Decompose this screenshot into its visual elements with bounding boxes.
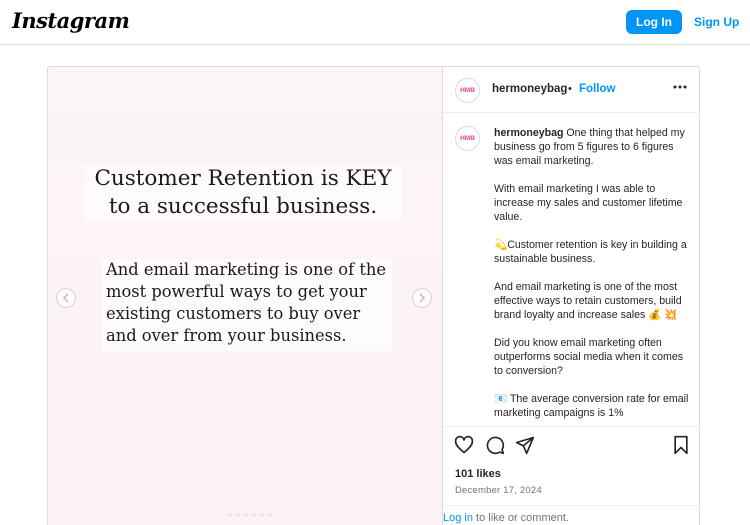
post-sidebar: HMB hermoneybag • Follow HMB hermoneybag…: [442, 67, 701, 525]
carousel-dot: [236, 513, 240, 517]
post-date[interactable]: December 17, 2024: [455, 485, 542, 496]
save-button[interactable]: [671, 435, 691, 455]
likes-count[interactable]: 101 likes: [455, 468, 501, 480]
slide-heading-line2: to a successful business.: [108, 194, 378, 219]
previous-slide-button[interactable]: [56, 288, 76, 308]
slide-heading: Customer Retention is KEY to a successfu…: [84, 165, 402, 221]
post-card: Customer Retention is KEY to a successfu…: [47, 66, 701, 525]
caption-paragraph: 📧 The average conversion rate for email …: [494, 393, 689, 419]
login-prompt: Log in to like or comment.: [443, 505, 701, 525]
instagram-logo[interactable]: Instagram: [12, 8, 130, 33]
post-username[interactable]: hermoneybag: [492, 83, 567, 95]
caption-username[interactable]: hermoneybag: [494, 127, 563, 139]
separator-dot: •: [568, 83, 572, 95]
caption-paragraph: And email marketing is one of the most e…: [494, 281, 682, 321]
slide-paragraph-line: existing customers to buy over: [106, 304, 361, 323]
caption-paragraph: With email marketing I was able to incre…: [494, 183, 683, 223]
slide-paragraph: And email marketing is one of the most p…: [102, 259, 392, 351]
carousel-dot: [268, 513, 272, 517]
comment-button[interactable]: [485, 435, 505, 455]
bookmark-icon: [674, 435, 688, 455]
caption-paragraph: 💫Customer retention is key in building a…: [494, 239, 687, 265]
post-caption: hermoneybag One thing that helped my bus…: [494, 126, 690, 426]
login-prompt-text: to like or comment.: [472, 512, 569, 524]
share-icon: [515, 436, 535, 455]
post-media[interactable]: Customer Retention is KEY to a successfu…: [48, 67, 442, 525]
heart-icon: [454, 435, 474, 454]
more-horizontal-icon: [673, 85, 687, 89]
share-button[interactable]: [515, 435, 535, 455]
slide-heading-line1: Customer Retention is KEY: [94, 166, 392, 191]
avatar[interactable]: HMB: [455, 126, 480, 151]
more-options-button[interactable]: [672, 79, 688, 98]
login-button[interactable]: Log In: [626, 10, 682, 34]
caption-paragraph: Did you know email marketing often outpe…: [494, 337, 684, 377]
login-link[interactable]: Log in: [443, 512, 473, 524]
carousel-dot: [252, 513, 256, 517]
next-slide-button[interactable]: [412, 288, 432, 308]
carousel-dots: [228, 513, 272, 517]
post-header: HMB hermoneybag • Follow: [443, 67, 701, 113]
signup-link[interactable]: Sign Up: [694, 15, 739, 29]
carousel-dot: [244, 513, 248, 517]
chevron-left-icon: [62, 293, 69, 303]
slide-paragraph-line: and over from your business.: [106, 326, 347, 345]
avatar[interactable]: HMB: [455, 78, 480, 103]
post-actions: 101 likes December 17, 2024 Log in to li…: [443, 426, 701, 525]
slide-paragraph-line: And email marketing is one of the: [106, 260, 386, 279]
carousel-dot: [228, 513, 232, 517]
caption-area[interactable]: HMB hermoneybag One thing that helped my…: [443, 114, 701, 426]
follow-button[interactable]: Follow: [579, 83, 615, 95]
top-bar: Instagram Log In Sign Up: [0, 0, 750, 45]
comment-icon: [486, 436, 505, 455]
carousel-dot: [260, 513, 264, 517]
slide-paragraph-line: most powerful ways to get your: [106, 282, 367, 301]
chevron-right-icon: [419, 293, 426, 303]
like-button[interactable]: [454, 435, 474, 455]
